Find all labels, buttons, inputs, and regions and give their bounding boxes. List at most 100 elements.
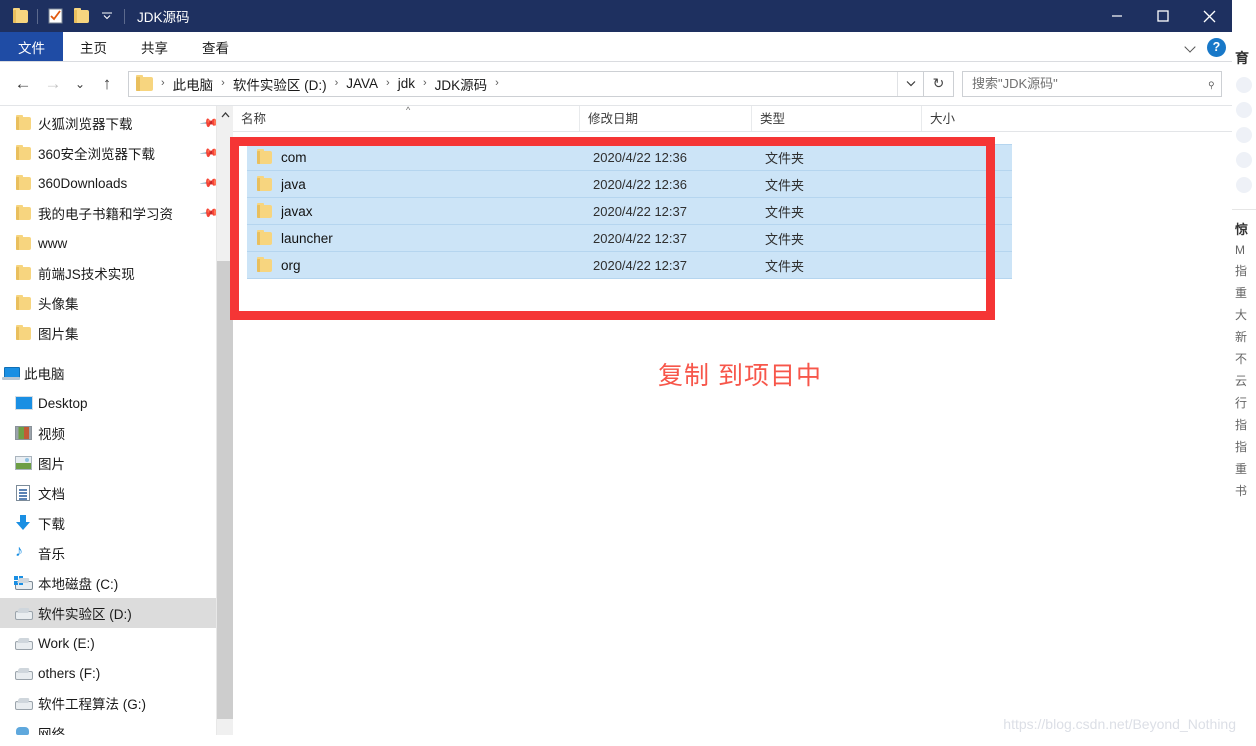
back-button[interactable]: ← <box>8 69 38 99</box>
sidebar-item-360-browser-downloads[interactable]: 360安全浏览器下载 📌 <box>0 138 233 168</box>
folder-icon <box>14 204 32 221</box>
background-line: 不 <box>1235 352 1248 366</box>
search-box[interactable]: ⌕ <box>962 70 1222 97</box>
background-line: M <box>1235 243 1245 257</box>
sidebar-item-drive-f[interactable]: others (F:) <box>0 658 233 688</box>
breadcrumb-item-java[interactable]: JAVA <box>343 76 381 91</box>
column-header-type[interactable]: 类型 <box>751 106 921 131</box>
search-input[interactable] <box>972 76 1204 91</box>
scrollbar-thumb[interactable] <box>217 261 233 719</box>
sidebar-scrollbar[interactable] <box>216 106 233 735</box>
up-button[interactable]: ↑ <box>92 69 122 99</box>
sidebar-item-label: 网络 <box>38 727 65 735</box>
tab-view[interactable]: 查看 <box>185 32 246 61</box>
drive-icon <box>14 695 33 711</box>
column-header-date-modified[interactable]: 修改日期 <box>579 106 751 131</box>
customize-dropdown-icon[interactable] <box>94 3 120 29</box>
refresh-button[interactable]: ↻ <box>924 70 954 97</box>
sidebar-item-drive-d[interactable]: 软件实验区 (D:) <box>0 598 233 628</box>
scroll-up-icon[interactable] <box>217 106 233 123</box>
tab-share[interactable]: 共享 <box>124 32 185 61</box>
folder-icon <box>136 74 153 91</box>
table-row[interactable]: com 2020/4/22 12:36 文件夹 <box>247 144 1012 171</box>
sidebar-item-drive-e[interactable]: Work (E:) <box>0 628 233 658</box>
tab-home[interactable]: 主页 <box>63 32 124 61</box>
sidebar-item-videos[interactable]: 视频 <box>0 418 233 448</box>
folder-icon <box>247 149 281 164</box>
sidebar-item-label: 视频 <box>38 427 65 442</box>
recent-locations-button[interactable]: ⌄ <box>68 69 92 99</box>
background-bullet <box>1236 127 1252 143</box>
minimize-button[interactable] <box>1094 0 1140 32</box>
sidebar-item-firefox-downloads[interactable]: 火狐浏览器下载 📌 <box>0 108 233 138</box>
sidebar-item-downloads[interactable]: 下载 <box>0 508 233 538</box>
folder-icon <box>14 234 32 251</box>
sidebar-item-frontend-js[interactable]: 前端JS技术实现 <box>0 258 233 288</box>
sidebar-item-music[interactable]: ♪ 音乐 <box>0 538 233 568</box>
sidebar-item-label: 软件实验区 (D:) <box>38 607 132 622</box>
sidebar-item-documents[interactable]: 文档 <box>0 478 233 508</box>
sidebar-item-label: 360安全浏览器下载 <box>38 147 156 162</box>
breadcrumb-dropdown-icon[interactable] <box>897 71 923 96</box>
folder-icon[interactable] <box>7 3 33 29</box>
file-date: 2020/4/22 12:36 <box>593 176 687 192</box>
background-line: 新 <box>1235 330 1248 344</box>
help-icon[interactable]: ? <box>1207 37 1226 57</box>
forward-button[interactable]: → <box>38 69 68 99</box>
drive-icon <box>14 665 33 681</box>
breadcrumb-item-jdk-source[interactable]: JDK源码 <box>432 74 491 94</box>
file-type: 文件夹 <box>765 177 805 193</box>
breadcrumb-separator: › <box>161 77 165 89</box>
table-row[interactable]: org 2020/4/22 12:37 文件夹 <box>247 252 1012 279</box>
maximize-button[interactable] <box>1140 0 1186 32</box>
title-bar: JDK源码 <box>0 0 1232 32</box>
sidebar-item-360downloads[interactable]: 360Downloads 📌 <box>0 168 233 198</box>
sidebar-item-pictures[interactable]: 图片 <box>0 448 233 478</box>
sidebar-item-www[interactable]: www <box>0 228 233 258</box>
table-row[interactable]: java 2020/4/22 12:36 文件夹 <box>247 171 1012 198</box>
properties-icon[interactable] <box>42 3 68 29</box>
sidebar-item-label: Work (E:) <box>38 635 95 651</box>
column-header-name[interactable]: ^ 名称 <box>233 106 579 131</box>
sidebar-item-local-disk-c[interactable]: 本地磁盘 (C:) <box>0 568 233 598</box>
close-button[interactable] <box>1186 0 1232 32</box>
sidebar-item-drive-g[interactable]: 软件工程算法 (G:) <box>0 688 233 718</box>
folder-icon <box>247 256 281 272</box>
file-date: 2020/4/22 12:37 <box>593 257 687 273</box>
breadcrumb-separator: › <box>334 77 339 89</box>
chevron-down-icon[interactable] <box>1185 41 1197 53</box>
search-icon[interactable]: ⌕ <box>1202 75 1220 93</box>
music-icon: ♪ <box>15 543 23 560</box>
breadcrumb-item-drive-d[interactable]: 软件实验区 (D:) <box>230 74 330 94</box>
sidebar-item-label: 我的电子书籍和学习资 <box>38 207 173 222</box>
breadcrumb-item-this-pc[interactable]: 此电脑 <box>170 74 217 94</box>
toolbar-divider <box>124 8 125 24</box>
file-rows: com 2020/4/22 12:36 文件夹 java 2020/4/22 1… <box>233 132 1232 279</box>
address-bar: ← → ⌄ ↑ › 此电脑 › 软件实验区 (D:) › JAVA › jdk … <box>0 62 1232 106</box>
table-row[interactable]: launcher 2020/4/22 12:37 文件夹 <box>247 225 1012 252</box>
file-name: com <box>281 150 307 165</box>
breadcrumb[interactable]: › 此电脑 › 软件实验区 (D:) › JAVA › jdk › JDK源码 … <box>128 70 924 97</box>
tab-file[interactable]: 文件 <box>0 32 63 61</box>
file-name: launcher <box>281 230 333 246</box>
column-header-size[interactable]: 大小 <box>921 106 1031 131</box>
sidebar-item-desktop[interactable]: Desktop <box>0 388 233 418</box>
breadcrumb-item-jdk[interactable]: jdk <box>395 76 418 91</box>
breadcrumb-separator: › <box>495 77 499 89</box>
sidebar-item-avatars[interactable]: 头像集 <box>0 288 233 318</box>
file-date: 2020/4/22 12:37 <box>593 230 687 246</box>
background-bullet <box>1236 152 1252 168</box>
sidebar-item-label: 此电脑 <box>24 367 65 382</box>
file-name: javax <box>281 203 313 219</box>
sidebar-item-pictures-collection[interactable]: 图片集 <box>0 318 233 348</box>
sidebar-item-label: www <box>38 235 68 251</box>
new-folder-icon[interactable] <box>68 3 94 29</box>
watermark: https://blog.csdn.net/Beyond_Nothing <box>1003 716 1236 732</box>
table-row[interactable]: javax 2020/4/22 12:37 文件夹 <box>247 198 1012 225</box>
sidebar-item-my-ebooks[interactable]: 我的电子书籍和学习资 📌 <box>0 198 233 228</box>
background-line: 云 <box>1235 374 1248 388</box>
sidebar-item-this-pc[interactable]: 此电脑 <box>0 358 233 388</box>
folder-icon <box>247 229 281 245</box>
window-controls <box>1094 0 1232 32</box>
sidebar-item-network[interactable]: 网络 <box>0 718 233 735</box>
